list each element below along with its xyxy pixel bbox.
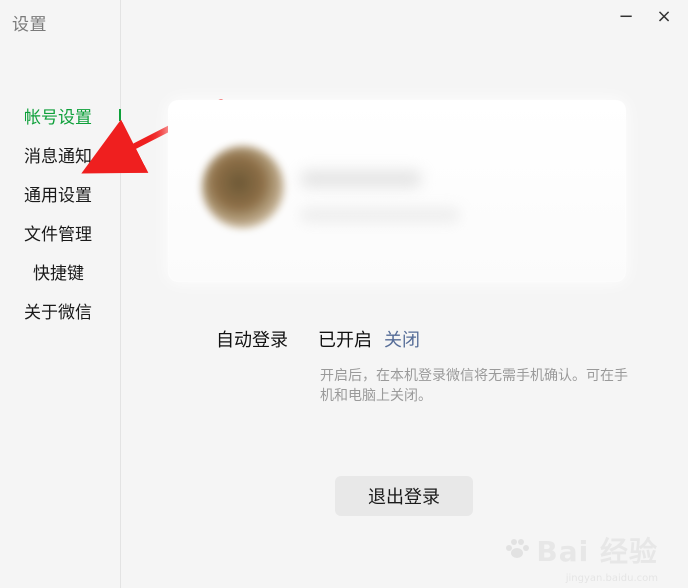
- blurred-account-name: [300, 170, 422, 188]
- window-controls: − ×: [612, 4, 678, 28]
- sidebar-item-label: 文件管理: [24, 225, 92, 245]
- auto-login-value: 已开启 关闭: [318, 326, 420, 352]
- sidebar-item-label: 通用设置: [24, 186, 92, 206]
- logout-button[interactable]: 退出登录: [335, 476, 473, 516]
- settings-window: 设置 − × 帐号设置 消息通知 通用设置 文件管理 快捷键 关于微信 自动登录…: [0, 0, 688, 588]
- sidebar-item-shortcuts[interactable]: 快捷键: [0, 252, 120, 291]
- sidebar-item-general-settings[interactable]: 通用设置: [0, 174, 120, 213]
- watermark-sub-text: jingyan.baidu.com: [565, 573, 658, 584]
- auto-login-hint: 开启后，在本机登录微信将无需手机确认。可在手机和电脑上关闭。: [320, 368, 628, 404]
- minimize-button[interactable]: −: [612, 4, 640, 28]
- disable-auto-login-link[interactable]: 关闭: [384, 326, 420, 352]
- baidu-watermark: Bai 经验 jingyan.baidu.com: [504, 530, 658, 584]
- minimize-icon: −: [618, 5, 634, 27]
- auto-login-status: 已开启: [318, 330, 372, 351]
- profile-card: [168, 100, 626, 282]
- blurred-avatar: [202, 146, 284, 228]
- sidebar-item-about-wechat[interactable]: 关于微信: [0, 291, 120, 330]
- watermark-main-text: Bai 经验: [536, 535, 658, 568]
- auto-login-row: 自动登录 已开启 关闭: [216, 326, 420, 352]
- paw-logo-icon: [504, 537, 530, 563]
- auto-login-label: 自动登录: [216, 330, 288, 351]
- close-button[interactable]: ×: [650, 4, 678, 28]
- sidebar: 帐号设置 消息通知 通用设置 文件管理 快捷键 关于微信: [0, 0, 121, 588]
- sidebar-item-file-management[interactable]: 文件管理: [0, 213, 120, 252]
- sidebar-item-label: 关于微信: [24, 303, 92, 323]
- sidebar-item-label: 快捷键: [33, 264, 84, 284]
- blurred-account-detail: [300, 208, 460, 222]
- close-icon: ×: [656, 5, 672, 27]
